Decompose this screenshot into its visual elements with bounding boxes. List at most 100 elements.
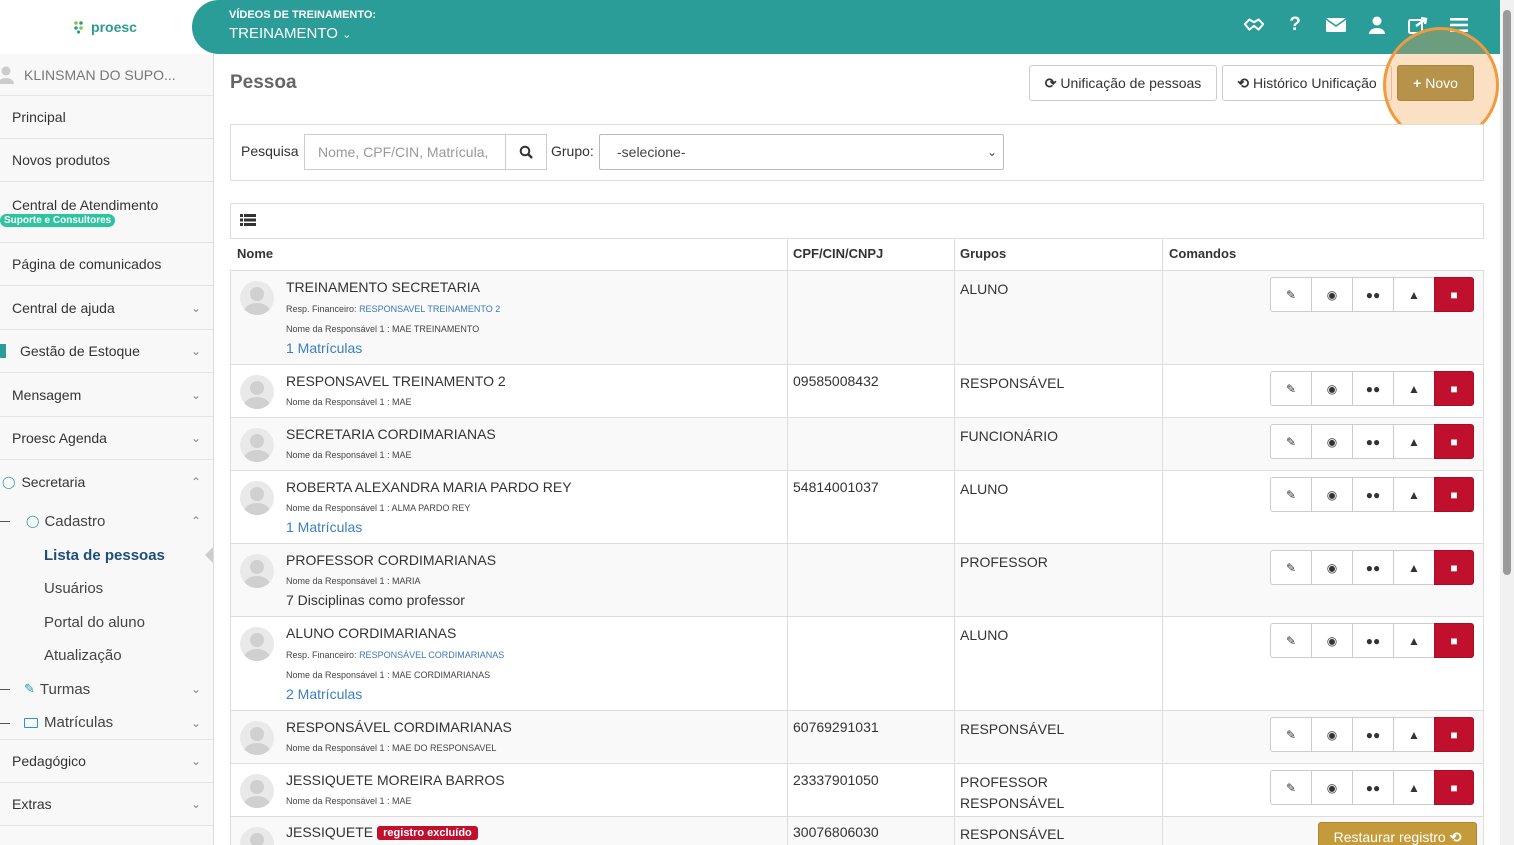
novo-button[interactable]: + Novo xyxy=(1397,65,1474,101)
handshake-icon[interactable] xyxy=(1243,14,1265,36)
person-name[interactable]: RESPONSAVEL TREINAMENTO 2 xyxy=(286,373,506,389)
trash-icon[interactable]: ■ xyxy=(1434,277,1474,312)
sidebar-item-portal-aluno[interactable]: Portal do aluno xyxy=(0,605,213,639)
edit-icon[interactable]: ✎ xyxy=(1270,277,1312,312)
person-name[interactable]: JESSIQUETE xyxy=(286,824,373,840)
eye-icon[interactable]: ◉ xyxy=(1311,770,1353,805)
sidebar-item-secretaria[interactable]: ◯ Secretaria ⌃ xyxy=(0,460,213,504)
edit-icon[interactable]: ✎ xyxy=(1270,717,1312,752)
eye-icon[interactable]: ◉ xyxy=(1311,550,1353,585)
sidebar-item-turmas[interactable]: ✎ Turmas ⌄ xyxy=(0,672,213,706)
person-name[interactable]: ROBERTA ALEXANDRA MARIA PARDO REY xyxy=(286,479,572,495)
warning-icon[interactable]: ▲ xyxy=(1393,770,1435,805)
users-icon[interactable]: ●● xyxy=(1352,770,1394,805)
trash-icon[interactable]: ■ xyxy=(1434,424,1474,459)
page-title: Pessoa xyxy=(230,72,297,93)
warning-icon[interactable]: ▲ xyxy=(1393,717,1435,752)
edit-icon[interactable]: ✎ xyxy=(1270,623,1312,658)
sidebar-item-comunicados[interactable]: Página de comunicados xyxy=(0,243,213,286)
person-group: ALUNO xyxy=(960,281,1009,297)
trash-icon[interactable]: ■ xyxy=(1434,550,1474,585)
trash-icon[interactable]: ■ xyxy=(1434,371,1474,406)
sidebar-item-lista-pessoas[interactable]: Lista de pessoas xyxy=(0,538,213,572)
person-cpf: 23337901050 xyxy=(793,772,879,788)
search-input[interactable]: Nome, CPF/CIN, Matrícula, xyxy=(304,134,506,170)
video-select[interactable]: TREINAMENTO ⌄ xyxy=(229,25,351,42)
users-icon[interactable]: ●● xyxy=(1352,371,1394,406)
matriculas-link[interactable]: 1 Matrículas xyxy=(286,519,362,535)
users-icon[interactable]: ●● xyxy=(1352,477,1394,512)
resp-financeiro-link[interactable]: RESPONSÁVEL CORDIMARIANAS xyxy=(359,650,504,660)
novo-button-label: Novo xyxy=(1425,75,1458,91)
eye-icon[interactable]: ◉ xyxy=(1311,477,1353,512)
eye-icon[interactable]: ◉ xyxy=(1311,717,1353,752)
sidebar-item-extras[interactable]: Extras ⌄ xyxy=(0,783,213,826)
sidebar-user[interactable]: KLINSMAN DO SUPO... xyxy=(0,54,213,96)
edit-icon[interactable]: ✎ xyxy=(1270,550,1312,585)
sidebar-item-pedagogico[interactable]: Pedagógico ⌄ xyxy=(0,740,213,783)
sidebar-item-principal[interactable]: Principal xyxy=(0,96,213,139)
warning-icon[interactable]: ▲ xyxy=(1393,550,1435,585)
edit-icon[interactable]: ✎ xyxy=(1270,371,1312,406)
person-name[interactable]: JESSIQUETE MOREIRA BARROS xyxy=(286,772,505,788)
sidebar-item-central-atendimento[interactable]: Central de Atendimento Suporte e Consult… xyxy=(0,182,213,243)
group-select[interactable]: -selecione- ⌄ xyxy=(599,134,1004,170)
edit-icon[interactable]: ✎ xyxy=(1270,424,1312,459)
sidebar-item-label: Novos produtos xyxy=(12,152,111,168)
search-button[interactable] xyxy=(505,134,547,170)
group-label: Grupo: xyxy=(551,143,594,159)
matriculas-link[interactable]: 2 Matrículas xyxy=(286,686,362,702)
sidebar-item-atualizacao[interactable]: Atualização xyxy=(0,639,213,672)
warning-icon[interactable]: ▲ xyxy=(1393,371,1435,406)
warning-icon[interactable]: ▲ xyxy=(1393,623,1435,658)
users-icon[interactable]: ●● xyxy=(1352,623,1394,658)
person-name[interactable]: PROFESSOR CORDIMARIANAS xyxy=(286,552,496,568)
sidebar-item-usuarios[interactable]: Usuários xyxy=(0,572,213,605)
sidebar-item-agenda[interactable]: Proesc Agenda ⌄ xyxy=(0,417,213,460)
users-icon[interactable]: ●● xyxy=(1352,277,1394,312)
eye-icon[interactable]: ◉ xyxy=(1311,277,1353,312)
trash-icon[interactable]: ■ xyxy=(1434,717,1474,752)
historico-button[interactable]: ⟲ Histórico Unificação xyxy=(1222,65,1392,101)
person-name[interactable]: TREINAMENTO SECRETARIA xyxy=(286,279,480,295)
warning-icon[interactable]: ▲ xyxy=(1393,477,1435,512)
users-icon[interactable]: ●● xyxy=(1352,717,1394,752)
trash-icon[interactable]: ■ xyxy=(1434,623,1474,658)
sidebar-item-central-ajuda[interactable]: Central de ajuda ⌄ xyxy=(0,286,213,330)
edit-icon[interactable]: ✎ xyxy=(1270,477,1312,512)
person-name[interactable]: ALUNO CORDIMARIANAS xyxy=(286,625,456,641)
person-name[interactable]: SECRETARIA CORDIMARIANAS xyxy=(286,426,496,442)
warning-icon[interactable]: ▲ xyxy=(1393,424,1435,459)
sidebar-item-novos-produtos[interactable]: Novos produtos xyxy=(0,139,213,182)
scrollbar-thumb[interactable] xyxy=(1503,10,1511,575)
person-name[interactable]: RESPONSÁVEL CORDIMARIANAS xyxy=(286,719,512,735)
eye-icon[interactable]: ◉ xyxy=(1311,424,1353,459)
matriculas-link[interactable]: 1 Matrículas xyxy=(286,340,362,356)
user-icon[interactable] xyxy=(1366,14,1388,36)
users-icon[interactable]: ●● xyxy=(1352,424,1394,459)
help-icon[interactable]: ? xyxy=(1284,14,1306,36)
person-group: PROFESSOR xyxy=(960,774,1048,790)
person-group: ALUNO xyxy=(960,627,1009,643)
restore-button[interactable]: Restaurar registro ⟲ xyxy=(1318,822,1477,845)
chevron-down-icon: ⌄ xyxy=(190,797,201,811)
sidebar-item-mensagem[interactable]: Mensagem ⌄ xyxy=(0,373,213,417)
edit-icon[interactable]: ✎ xyxy=(1270,770,1312,805)
sidebar-item-cadastro[interactable]: ◯ Cadastro ⌃ xyxy=(0,504,213,538)
warning-icon[interactable]: ▲ xyxy=(1393,277,1435,312)
users-icon[interactable]: ●● xyxy=(1352,550,1394,585)
resp-financeiro-link[interactable]: RESPONSAVEL TREINAMENTO 2 xyxy=(359,304,500,314)
eye-icon[interactable]: ◉ xyxy=(1311,623,1353,658)
page-scrollbar[interactable] xyxy=(1500,0,1514,845)
column-divider xyxy=(954,238,955,845)
resp-financeiro: Resp. Financeiro: RESPONSÁVEL CORDIMARIA… xyxy=(286,650,504,660)
logo[interactable]: proesc xyxy=(0,0,210,54)
trash-icon[interactable]: ■ xyxy=(1434,770,1474,805)
table-row: ALUNO CORDIMARIANAS Resp. Financeiro: RE… xyxy=(231,617,1483,711)
envelope-icon[interactable] xyxy=(1325,14,1347,36)
unificacao-button[interactable]: ⟳ Unificação de pessoas xyxy=(1029,65,1217,101)
trash-icon[interactable]: ■ xyxy=(1434,477,1474,512)
sidebar-item-matriculas[interactable]: Matrículas ⌄ xyxy=(0,706,213,740)
sidebar-item-estoque[interactable]: Gestão de Estoque ⌄ xyxy=(0,330,213,373)
eye-icon[interactable]: ◉ xyxy=(1311,371,1353,406)
